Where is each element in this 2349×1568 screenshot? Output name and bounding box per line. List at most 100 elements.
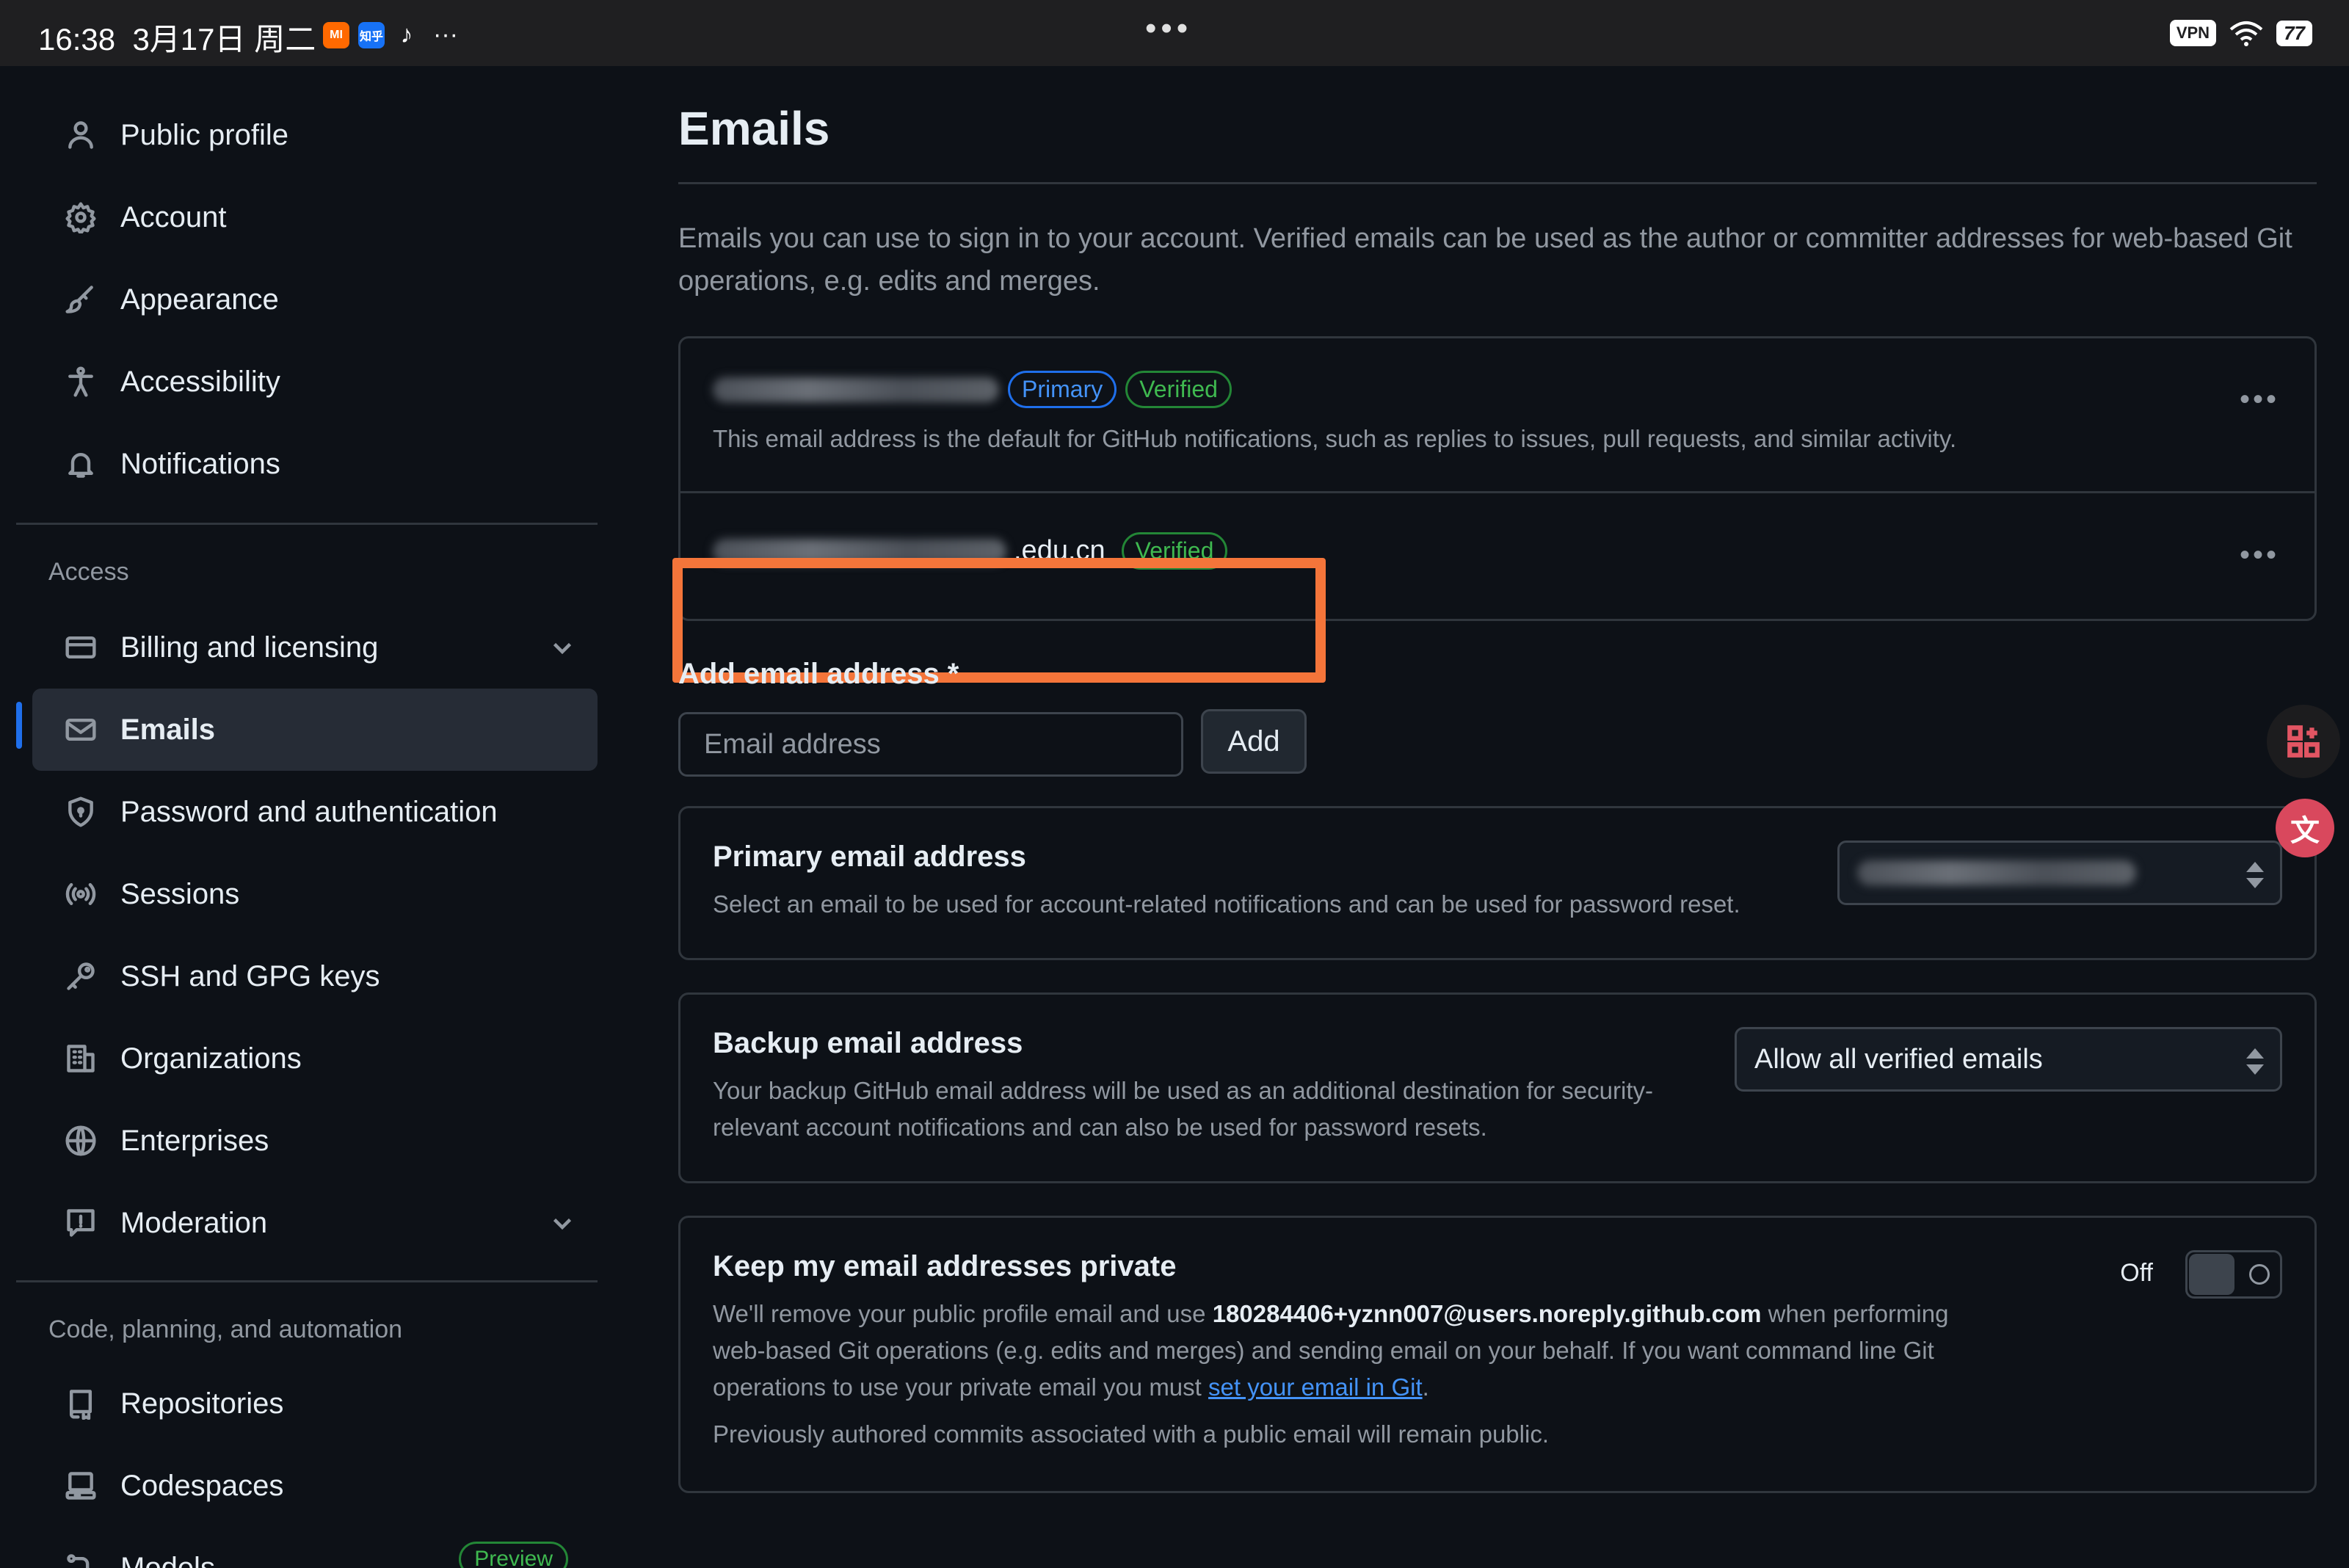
desc-text: We'll remove your public profile email a… [713, 1300, 1213, 1327]
sidebar-item-label: Moderation [120, 1206, 268, 1239]
redacted-email [1857, 860, 2136, 885]
sidebar-item-label: Models [120, 1551, 215, 1568]
verified-badge: Verified [1125, 371, 1232, 408]
set-email-in-git-link[interactable]: set your email in Git [1208, 1373, 1423, 1401]
select-arrows-icon [2245, 1048, 2265, 1075]
sidebar-item-moderation[interactable]: Moderation [32, 1182, 598, 1264]
accessibility-icon [63, 364, 98, 399]
key-icon [63, 959, 98, 994]
sidebar-item-models[interactable]: Models Preview [32, 1527, 598, 1568]
card-title: Keep my email addresses private [713, 1250, 1177, 1282]
sidebar-item-label: SSH and GPG keys [120, 959, 380, 992]
tiktok-app-icon: ♪ [400, 21, 413, 48]
backup-email-select[interactable]: Allow all verified emails [1735, 1027, 2282, 1092]
page-title: Emails [678, 102, 830, 155]
sidebar-item-account[interactable]: Account [32, 176, 598, 258]
broadcast-icon [63, 876, 98, 912]
sidebar-item-label: Organizations [120, 1042, 302, 1075]
kebab-menu-icon[interactable]: ••• [2240, 385, 2276, 414]
globe-icon [63, 1123, 98, 1158]
primary-email-card: Primary email address Select an email to… [678, 806, 2317, 960]
shield-icon [63, 794, 98, 830]
noreply-email: 180284406+yznn007@users.noreply.github.c… [1212, 1300, 1762, 1327]
sidebar-item-label: Account [120, 200, 227, 233]
sidebar-item-label: Sessions [120, 877, 240, 910]
sidebar-item-accessibility[interactable]: Accessibility [32, 341, 598, 423]
sidebar-section-access: Access [48, 558, 129, 586]
status-right-icons: VPN 77 [2169, 19, 2312, 47]
primary-badge: Primary [1008, 371, 1117, 408]
sidebar-item-label: Accessibility [120, 365, 280, 398]
sidebar-item-billing[interactable]: Billing and licensing [32, 606, 598, 689]
status-app-icons: MI 知乎 ♪ ··· [323, 21, 458, 49]
zhihu-app-icon: 知乎 [358, 21, 385, 48]
sidebar-item-label: Enterprises [120, 1124, 269, 1157]
sidebar-item-label: Codespaces [120, 1469, 284, 1502]
credit-card-icon [63, 630, 98, 665]
toggle-state-label: Off [2120, 1259, 2153, 1287]
card-note: Previously authored commits associated w… [713, 1420, 1549, 1448]
add-email-button[interactable]: Add [1201, 709, 1307, 774]
redacted-email [713, 377, 999, 402]
chevron-down-icon[interactable] [549, 1210, 576, 1236]
status-time: 16:38 3月17日 周二 [38, 22, 316, 57]
card-title: Backup email address [713, 1027, 1023, 1059]
sidebar-item-label: Emails [120, 713, 215, 746]
sidebar-item-label: Notifications [120, 447, 280, 480]
email-address-input[interactable] [678, 712, 1183, 777]
models-icon [63, 1550, 98, 1568]
title-divider [678, 182, 2317, 184]
sidebar-item-ssh-gpg[interactable]: SSH and GPG keys [32, 935, 598, 1017]
toggle-off-icon [2249, 1264, 2270, 1285]
sidebar-section-code: Code, planning, and automation [48, 1315, 403, 1343]
emails-intro-text: Emails you can use to sign in to your ac… [678, 223, 2292, 297]
sidebar-item-codespaces[interactable]: Codespaces [32, 1445, 598, 1527]
sidebar-item-repositories[interactable]: Repositories [32, 1362, 598, 1445]
sidebar-item-sessions[interactable]: Sessions [32, 853, 598, 935]
add-email-label: Add email address * [678, 658, 959, 690]
system-status-bar: 16:38 3月17日 周二 MI 知乎 ♪ ··· ••• VPN 77 [0, 0, 2349, 66]
sidebar-item-organizations[interactable]: Organizations [32, 1017, 598, 1100]
translate-icon[interactable]: 文 [2276, 799, 2334, 857]
floating-widgets-icon[interactable] [2267, 705, 2340, 778]
card-description: We'll remove your public profile email a… [713, 1296, 2005, 1406]
sidebar-item-public-profile[interactable]: Public profile [32, 94, 598, 176]
sidebar-item-label: Password and authentication [120, 795, 498, 828]
sidebar-item-password[interactable]: Password and authentication [32, 771, 598, 853]
active-indicator [16, 702, 22, 749]
primary-email-description: This email address is the default for Gi… [713, 425, 1957, 452]
mail-icon [63, 712, 98, 747]
report-icon [63, 1205, 98, 1241]
sidebar-item-enterprises[interactable]: Enterprises [32, 1100, 598, 1182]
sidebar-item-appearance[interactable]: Appearance [32, 258, 598, 341]
wifi-icon [2229, 21, 2263, 46]
backup-email-card: Backup email address Your backup GitHub … [678, 992, 2317, 1183]
person-icon [63, 117, 98, 153]
select-arrows-icon [2245, 862, 2265, 888]
kebab-menu-icon[interactable]: ••• [2240, 540, 2276, 570]
sidebar-item-label: Public profile [120, 118, 289, 151]
card-description: Your backup GitHub email address will be… [713, 1077, 1653, 1141]
repo-icon [63, 1386, 98, 1421]
codespaces-icon [63, 1468, 98, 1503]
sidebar-item-emails[interactable]: Emails [32, 689, 598, 771]
sidebar-item-notifications[interactable]: Notifications [32, 423, 598, 505]
sidebar-item-label: Appearance [120, 283, 279, 316]
sidebar-divider [16, 523, 598, 525]
organization-icon [63, 1041, 98, 1076]
private-email-toggle[interactable] [2185, 1250, 2282, 1299]
toggle-knob [2189, 1254, 2234, 1295]
card-description: Select an email to be used for account-r… [713, 890, 1740, 918]
chevron-down-icon[interactable] [549, 634, 576, 661]
gear-icon [63, 200, 98, 235]
email-row-primary: Primary Verified [713, 371, 1232, 408]
sidebar-item-label: Repositories [120, 1387, 284, 1420]
multitask-dots-icon[interactable]: ••• [1145, 10, 1192, 47]
primary-email-select[interactable] [1837, 841, 2282, 905]
email-row-divider [680, 491, 2314, 493]
desc-text: . [1422, 1373, 1429, 1401]
battery-icon: 77 [2276, 20, 2312, 46]
private-email-card: Keep my email addresses private Off We'l… [678, 1216, 2317, 1493]
status-more-icon: ··· [433, 21, 458, 48]
mi-app-icon: MI [323, 21, 349, 48]
